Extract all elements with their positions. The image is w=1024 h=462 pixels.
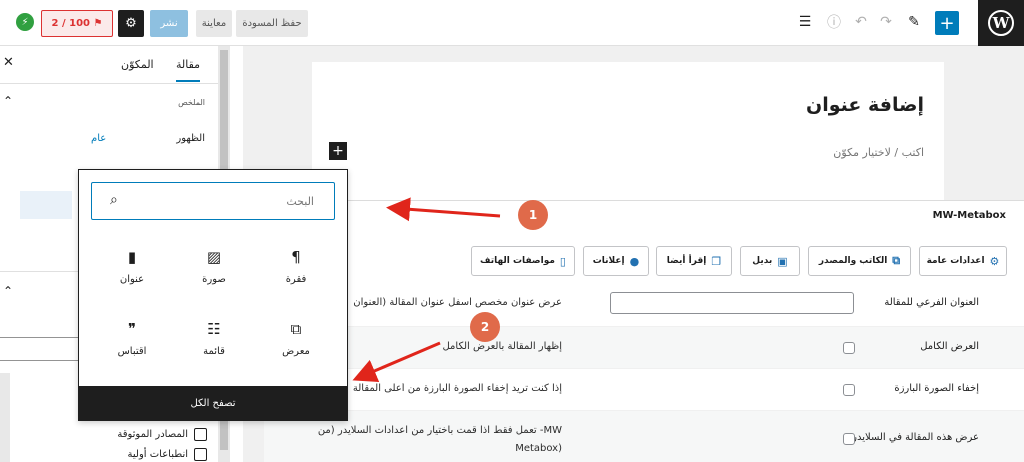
block-label: فقرة [285, 274, 307, 285]
editor-content[interactable] [312, 62, 944, 200]
post-title[interactable]: إضافة عنوان [806, 94, 924, 116]
seo-score-value: 2 / 100 [51, 18, 90, 29]
visibility-value[interactable]: عام [91, 133, 106, 144]
block-quote[interactable]: ❞ اقتباس [97, 320, 167, 378]
summary-panel-title[interactable]: الملخص [178, 98, 205, 107]
info-icon[interactable]: ⓘ [824, 12, 844, 32]
heading-icon: ▮ [127, 248, 137, 266]
browse-all-button[interactable]: تصفح الكل [79, 386, 347, 420]
block-label: اقتباس [117, 346, 147, 357]
subtitle-label: العنوان الفرعي للمقالة [884, 297, 979, 308]
block-label: صورة [202, 274, 226, 285]
chevron-up-icon[interactable]: ⌃ [3, 94, 13, 108]
full-width-description: إظهار المقالة بالعرض الكامل [442, 341, 562, 352]
tab-label: إعلانات [592, 256, 625, 266]
settings-button[interactable]: ⚙ [118, 10, 144, 37]
list-view-icon[interactable]: ☰ [795, 12, 815, 32]
metabox-title: MW-Metabox [932, 210, 1006, 221]
tab-label: بديل [752, 256, 773, 266]
copy-icon: ❐ [711, 254, 722, 268]
full-width-label: العرض الكامل [920, 341, 979, 352]
preview-button[interactable]: معاينة [196, 10, 232, 37]
quote-icon: ❞ [127, 320, 137, 338]
tab-author-source[interactable]: ⧉ الكاتب والمصدر [808, 246, 911, 276]
gear-icon: ⚙ [125, 16, 137, 31]
checkbox-first-impressions[interactable]: انطباعات أولية [128, 448, 207, 461]
checkbox-sources[interactable]: المصادر الموثوقة [117, 428, 207, 441]
block-label: عنوان [119, 274, 145, 285]
top-toolbar: W + ✎ ↷ ↶ ⓘ ☰ حفظ المسودة معاينة نشر ⚙ 2… [0, 0, 1024, 46]
tab-general-settings[interactable]: ⚙ اعدادات عامة [919, 246, 1007, 276]
wordpress-icon: W [988, 10, 1014, 36]
slider-label: عرض هذه المقالة في السلايدر [852, 432, 979, 443]
search-icon: ⌕ [110, 192, 118, 208]
checkbox-label: المصادر الموثوقة [117, 429, 188, 440]
checkbox-label: انطباعات أولية [127, 449, 188, 460]
block-placeholder[interactable]: اكتب / لاختيار مكوّن [833, 146, 924, 159]
slider-checkbox[interactable] [843, 433, 855, 445]
subtitle-input[interactable] [610, 292, 854, 314]
external-link-icon: ⧉ [892, 254, 901, 267]
chevron-up-icon[interactable]: ⌃ [3, 284, 13, 298]
pencil-icon[interactable]: ✎ [904, 12, 924, 32]
slider-description: تعمل فقط اذا قمت باختيار من اعدادات السل… [317, 425, 562, 436]
blurred-area [20, 191, 72, 219]
list-icon: ☷ [207, 320, 221, 338]
lightbulb-icon: ● [629, 254, 640, 268]
block-inserter-popover: البحث ⌕ ¶ فقرة ▨ صورة ▮ عنوان ⧉ معرض ☷ قائمة … [78, 169, 348, 421]
search-placeholder: البحث [286, 195, 314, 208]
checkbox[interactable] [194, 428, 207, 441]
tab-ads[interactable]: ● إعلانات [583, 246, 649, 276]
tab-label: إقرأ أيضا [666, 256, 707, 266]
tab-label: الكاتب والمصدر [818, 256, 888, 266]
block-paragraph[interactable]: ¶ فقرة [261, 248, 331, 306]
tab-read-also[interactable]: ❐ إقرأ أيضا [656, 246, 732, 276]
checkbox[interactable] [194, 448, 207, 461]
scrollbar[interactable] [0, 373, 10, 462]
redo-icon[interactable]: ↷ [876, 12, 896, 32]
full-width-checkbox[interactable] [843, 342, 855, 354]
block-list[interactable]: ☷ قائمة [179, 320, 249, 378]
block-image[interactable]: ▨ صورة [179, 248, 249, 306]
hide-featured-image-description: إذا كنت تريد إخفاء الصورة البارزة من أعل… [352, 383, 562, 394]
gallery-icon: ⧉ [290, 320, 302, 338]
phone-icon: ▯ [559, 254, 566, 268]
tab-label: مواصفات الهاتف [480, 256, 555, 266]
paragraph-icon: ¶ [291, 248, 301, 266]
close-icon[interactable]: ✕ [3, 55, 14, 70]
performance-icon[interactable]: ⚡ [16, 13, 34, 31]
slider-description-suffix: Metabox) [515, 443, 562, 454]
annotation-marker-2: 2 [470, 312, 500, 342]
tab-alternative[interactable]: ▣ بديل [740, 246, 800, 276]
tab-block[interactable]: المكوّن [121, 58, 154, 71]
tab-post[interactable]: مقالة [176, 58, 201, 82]
undo-icon[interactable]: ↶ [851, 12, 871, 32]
block-gallery[interactable]: ⧉ معرض [261, 320, 331, 378]
seo-chart-icon: ⚑ [93, 18, 103, 29]
seo-score-button[interactable]: 2 / 100 ⚑ [41, 10, 113, 37]
subtitle-description: عرض عنوان مخصص اسفل عنوان المقالة (العنو… [353, 297, 562, 308]
gear-icon: ⚙ [989, 254, 1000, 268]
sidebar-input[interactable] [0, 337, 80, 361]
publish-button[interactable]: نشر [150, 10, 188, 37]
annotation-marker-1: 1 [518, 200, 548, 230]
block-search-input[interactable]: البحث ⌕ [91, 182, 335, 220]
wordpress-logo[interactable]: W [978, 0, 1024, 46]
block-label: معرض [282, 346, 310, 357]
block-label: قائمة [203, 346, 225, 357]
tab-label: اعدادات عامة [926, 256, 985, 266]
tab-phone-specs[interactable]: ▯ مواصفات الهاتف [471, 246, 575, 276]
save-draft-button[interactable]: حفظ المسودة [236, 10, 308, 37]
inline-add-block-button[interactable]: + [329, 142, 347, 160]
image-icon: ▣ [777, 254, 788, 268]
block-heading[interactable]: ▮ عنوان [97, 248, 167, 306]
image-icon: ▨ [206, 248, 222, 266]
visibility-label: الظهور [176, 133, 205, 144]
hide-featured-image-label: إخفاء الصورة البارزة [894, 383, 979, 394]
add-block-button[interactable]: + [935, 11, 959, 35]
hide-featured-image-checkbox[interactable] [843, 384, 855, 396]
sidebar-tabs: مقالة المكوّن ✕ [0, 46, 218, 84]
